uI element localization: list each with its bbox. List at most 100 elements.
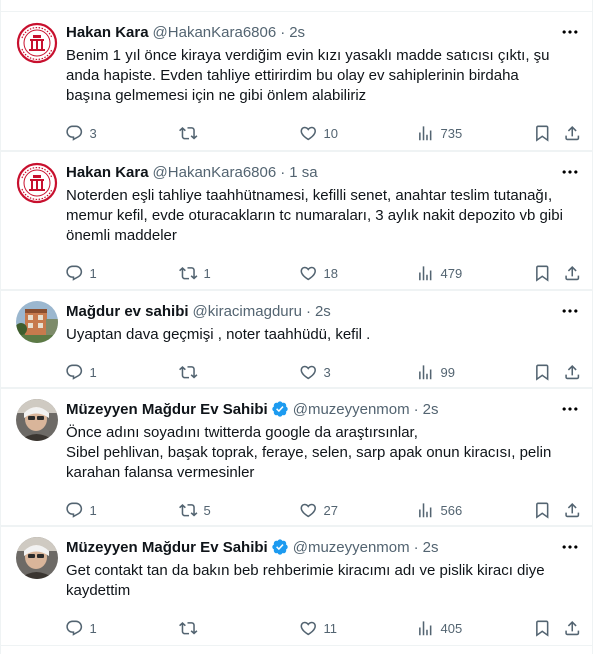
tweet[interactable]: Mağdur ev sahibi @kiracimagduru · 2s Uyaptan… [1, 290, 592, 388]
retweet-button[interactable] [179, 362, 198, 382]
tweet-text-line: Benim 1 yıl önce kiraya verdiğim evin kı… [66, 47, 550, 64]
action-bar: 1 11 405 [61, 618, 581, 638]
reply-icon [65, 619, 84, 638]
author-handle[interactable]: @HakanKara6806 [153, 164, 277, 181]
like-count: 18 [323, 265, 338, 281]
tweet-text-line: anda hapiste. Evden tahliye ettirirdim b… [66, 67, 519, 84]
like-button[interactable]: 10 [299, 123, 338, 143]
tweet-text-line: Uyaptan dava geçmişi , noter taahhüdü, k… [66, 326, 371, 343]
share-button[interactable] [563, 500, 582, 520]
views-button[interactable]: 405 [416, 618, 462, 638]
views-count: 735 [440, 125, 463, 141]
timestamp[interactable]: 2s [315, 303, 331, 320]
reply-button[interactable]: 1 [65, 362, 97, 382]
retweet-icon [179, 501, 198, 520]
views-count: 479 [440, 265, 463, 281]
reply-button[interactable]: 1 [65, 263, 97, 283]
tweet-text-line: Get contakt tan da bakın beb rehberimie … [66, 562, 545, 579]
like-icon [299, 124, 318, 143]
author-handle[interactable]: @kiracimagduru [193, 303, 302, 320]
avatar[interactable] [16, 22, 58, 64]
more-icon[interactable] [560, 22, 580, 42]
verified-badge-icon [271, 400, 289, 418]
like-count: 27 [323, 502, 338, 518]
tweet[interactable]: Hakan Kara @HakanKara6806 · 1 sa Noterden eş… [1, 151, 592, 290]
tweet-text-line: önemli maddeler [66, 227, 177, 244]
timestamp[interactable]: 2s [289, 24, 305, 41]
tweet-text-line: Sibel pehlivan, başak toprak, feraye, se… [66, 444, 552, 461]
retweet-button[interactable]: 1 [179, 263, 211, 283]
share-button[interactable] [563, 263, 582, 283]
timestamp[interactable]: 2s [423, 401, 439, 418]
bookmark-button[interactable] [533, 500, 552, 520]
share-button[interactable] [563, 618, 582, 638]
author-name[interactable]: Hakan Kara [66, 24, 149, 41]
like-button[interactable]: 11 [299, 618, 337, 638]
views-button[interactable]: 735 [416, 123, 462, 143]
action-bar: 1 1 18 479 [61, 263, 581, 283]
views-button[interactable]: 479 [416, 263, 462, 283]
tweet-text: Benim 1 yıl önce kiraya verdiğim evin kı… [66, 46, 571, 106]
tweet-text-line: Önce adını soyadını twitterda google da … [66, 424, 418, 441]
reply-count: 1 [89, 364, 97, 380]
bookmark-button[interactable] [533, 618, 552, 638]
action-bar: 1 5 27 566 [61, 500, 581, 520]
tweet-text: Get contakt tan da bakın beb rehberimie … [66, 561, 571, 601]
bookmark-button[interactable] [533, 362, 552, 382]
retweet-count: 1 [203, 265, 211, 281]
reply-icon [65, 363, 84, 382]
author-name[interactable]: Müzeyyen Mağdur Ev Sahibi [66, 401, 268, 418]
reply-button[interactable]: 1 [65, 618, 97, 638]
views-count: 405 [440, 620, 463, 636]
author-handle[interactable]: @HakanKara6806 [153, 24, 277, 41]
avatar[interactable] [16, 537, 58, 579]
views-icon [416, 124, 435, 143]
like-icon [299, 363, 318, 382]
author-name[interactable]: Mağdur ev sahibi [66, 303, 189, 320]
tweet-text: Uyaptan dava geçmişi , noter taahhüdü, k… [66, 325, 571, 345]
like-button[interactable]: 27 [299, 500, 338, 520]
views-icon [416, 264, 435, 283]
avatar[interactable] [16, 399, 58, 441]
tweet[interactable]: Hakan Kara @HakanKara6806 · 2s Benim 1 yıl ö… [1, 11, 592, 151]
tweet[interactable]: Müzeyyen Mağdur Ev Sahibi @muzeyyenmom · 2s… [1, 388, 592, 526]
author-name[interactable]: Müzeyyen Mağdur Ev Sahibi [66, 539, 268, 556]
share-button[interactable] [563, 362, 582, 382]
bookmark-button[interactable] [533, 123, 552, 143]
more-icon[interactable] [560, 301, 580, 321]
retweet-button[interactable]: 5 [179, 500, 211, 520]
author-handle[interactable]: @muzeyyenmom [293, 401, 410, 418]
tweet-text-line: memur kefil, evde oturacakların tc numar… [66, 207, 563, 224]
more-icon[interactable] [560, 162, 580, 182]
more-icon[interactable] [560, 399, 580, 419]
like-icon [299, 501, 318, 520]
reply-icon [65, 264, 84, 283]
share-button[interactable] [563, 123, 582, 143]
avatar[interactable] [16, 301, 58, 343]
more-icon[interactable] [560, 537, 580, 557]
tweet[interactable]: Müzeyyen Mağdur Ev Sahibi @muzeyyenmom · 2s… [1, 526, 592, 646]
like-button[interactable]: 18 [299, 263, 338, 283]
like-button[interactable]: 3 [299, 362, 331, 382]
reply-button[interactable]: 3 [65, 123, 97, 143]
retweet-count: 5 [203, 502, 211, 518]
share-icon [563, 363, 582, 382]
tweet-text: Noterden eşli tahliye taahhütnamesi, kef… [66, 186, 571, 246]
bookmark-icon [533, 619, 552, 638]
retweet-button[interactable] [179, 618, 198, 638]
bookmark-button[interactable] [533, 263, 552, 283]
timestamp[interactable]: 2s [423, 539, 439, 556]
timestamp[interactable]: 1 sa [289, 164, 317, 181]
reply-count: 3 [89, 125, 97, 141]
reply-count: 1 [89, 620, 97, 636]
views-icon [416, 501, 435, 520]
author-handle[interactable]: @muzeyyenmom [293, 539, 410, 556]
author-name[interactable]: Hakan Kara [66, 164, 149, 181]
reply-button[interactable]: 1 [65, 500, 97, 520]
retweet-button[interactable] [179, 123, 198, 143]
views-button[interactable]: 99 [416, 362, 455, 382]
avatar[interactable] [16, 162, 58, 204]
reply-count: 1 [89, 265, 97, 281]
views-button[interactable]: 566 [416, 500, 462, 520]
reply-icon [65, 501, 84, 520]
